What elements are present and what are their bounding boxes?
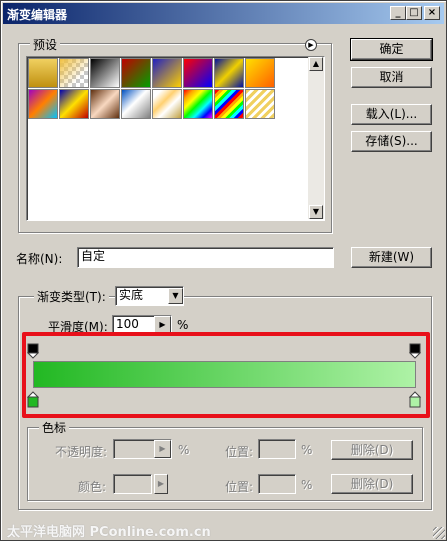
color-label: 颜色: bbox=[78, 480, 107, 494]
color-stop-right[interactable] bbox=[409, 391, 421, 408]
close-button[interactable]: × bbox=[424, 6, 440, 20]
gradient-preview-bar[interactable] bbox=[33, 361, 416, 388]
title-bar: 渐变编辑器 _ □ × bbox=[3, 3, 444, 24]
scroll-down-icon[interactable]: ▼ bbox=[309, 205, 323, 219]
window-title: 渐变编辑器 bbox=[7, 8, 68, 22]
opacity-stop-right[interactable] bbox=[409, 343, 421, 359]
opacity-arrow-icon: ▶ bbox=[154, 440, 171, 458]
gradient-type-value: 实底 bbox=[119, 288, 144, 302]
preset-swatch[interactable] bbox=[121, 58, 151, 88]
preset-swatch[interactable] bbox=[183, 89, 213, 119]
load-button[interactable]: 载入(L)... bbox=[351, 104, 432, 125]
preset-swatch[interactable] bbox=[59, 89, 89, 119]
opacity-delete-button: 删除(D) bbox=[331, 440, 413, 460]
name-input[interactable]: 自定 bbox=[77, 247, 334, 268]
preset-swatch[interactable] bbox=[59, 58, 89, 88]
opacity-location-unit: % bbox=[301, 443, 313, 457]
stops-label: 色标 bbox=[39, 419, 70, 436]
opacity-label: 不透明度: bbox=[55, 445, 108, 459]
preset-swatch[interactable] bbox=[245, 89, 275, 119]
color-arrow-icon: ▶ bbox=[154, 474, 168, 494]
opacity-location-input bbox=[258, 439, 296, 459]
presets-scrollbar[interactable]: ▲ ▼ bbox=[308, 57, 324, 219]
preset-swatch[interactable] bbox=[214, 58, 244, 88]
save-button[interactable]: 存储(S)... bbox=[351, 131, 432, 152]
preset-swatch[interactable] bbox=[28, 58, 58, 88]
smoothness-slider-arrow-icon[interactable]: ▶ bbox=[154, 316, 171, 333]
preset-swatch[interactable] bbox=[152, 58, 182, 88]
preset-swatch[interactable] bbox=[183, 58, 213, 88]
preset-swatch[interactable] bbox=[214, 89, 244, 119]
presets-label: 预设 bbox=[30, 36, 61, 53]
color-stop-left[interactable] bbox=[27, 391, 39, 408]
preset-swatch[interactable] bbox=[90, 58, 120, 88]
gradient-type-label: 渐变类型(T): bbox=[34, 288, 109, 305]
color-delete-button: 删除(D) bbox=[331, 474, 413, 494]
ok-button[interactable]: 确定 bbox=[350, 38, 433, 61]
watermark: 太平洋电脑网 PConline.com.cn bbox=[7, 525, 211, 540]
new-button[interactable]: 新建(W) bbox=[351, 247, 432, 268]
color-location-label: 位置: bbox=[225, 480, 254, 494]
presets-list: ▲ ▼ bbox=[26, 56, 325, 221]
scroll-up-icon[interactable]: ▲ bbox=[309, 57, 323, 71]
preset-swatch[interactable] bbox=[28, 89, 58, 119]
color-swatch-input bbox=[113, 474, 152, 494]
name-label: 名称(N): bbox=[16, 252, 63, 266]
resize-grip-icon[interactable] bbox=[433, 527, 445, 539]
opacity-stop-left[interactable] bbox=[27, 343, 39, 359]
cancel-button[interactable]: 取消 bbox=[351, 67, 432, 88]
opacity-location-label: 位置: bbox=[225, 445, 254, 459]
preset-swatch[interactable] bbox=[121, 89, 151, 119]
preset-swatch[interactable] bbox=[245, 58, 275, 88]
maximize-button[interactable]: □ bbox=[406, 6, 422, 20]
minimize-button[interactable]: _ bbox=[390, 6, 406, 20]
gradient-editor-window: 渐变编辑器 _ □ × 预设 ▶ ▲ ▼ 确定 取消 载入(L)... 存储(S… bbox=[0, 0, 447, 541]
chevron-down-icon[interactable]: ▼ bbox=[168, 288, 183, 304]
gradient-type-select[interactable]: 实底 ▼ bbox=[115, 286, 184, 306]
color-location-input bbox=[258, 474, 296, 494]
preset-swatch[interactable] bbox=[152, 89, 182, 119]
opacity-input: ▶ bbox=[113, 439, 172, 459]
smoothness-unit: % bbox=[177, 318, 189, 332]
opacity-unit: % bbox=[178, 443, 190, 457]
color-location-unit: % bbox=[301, 478, 313, 492]
presets-menu-icon[interactable]: ▶ bbox=[305, 39, 317, 51]
smoothness-value: 100 bbox=[116, 317, 139, 331]
preset-swatch[interactable] bbox=[90, 89, 120, 119]
